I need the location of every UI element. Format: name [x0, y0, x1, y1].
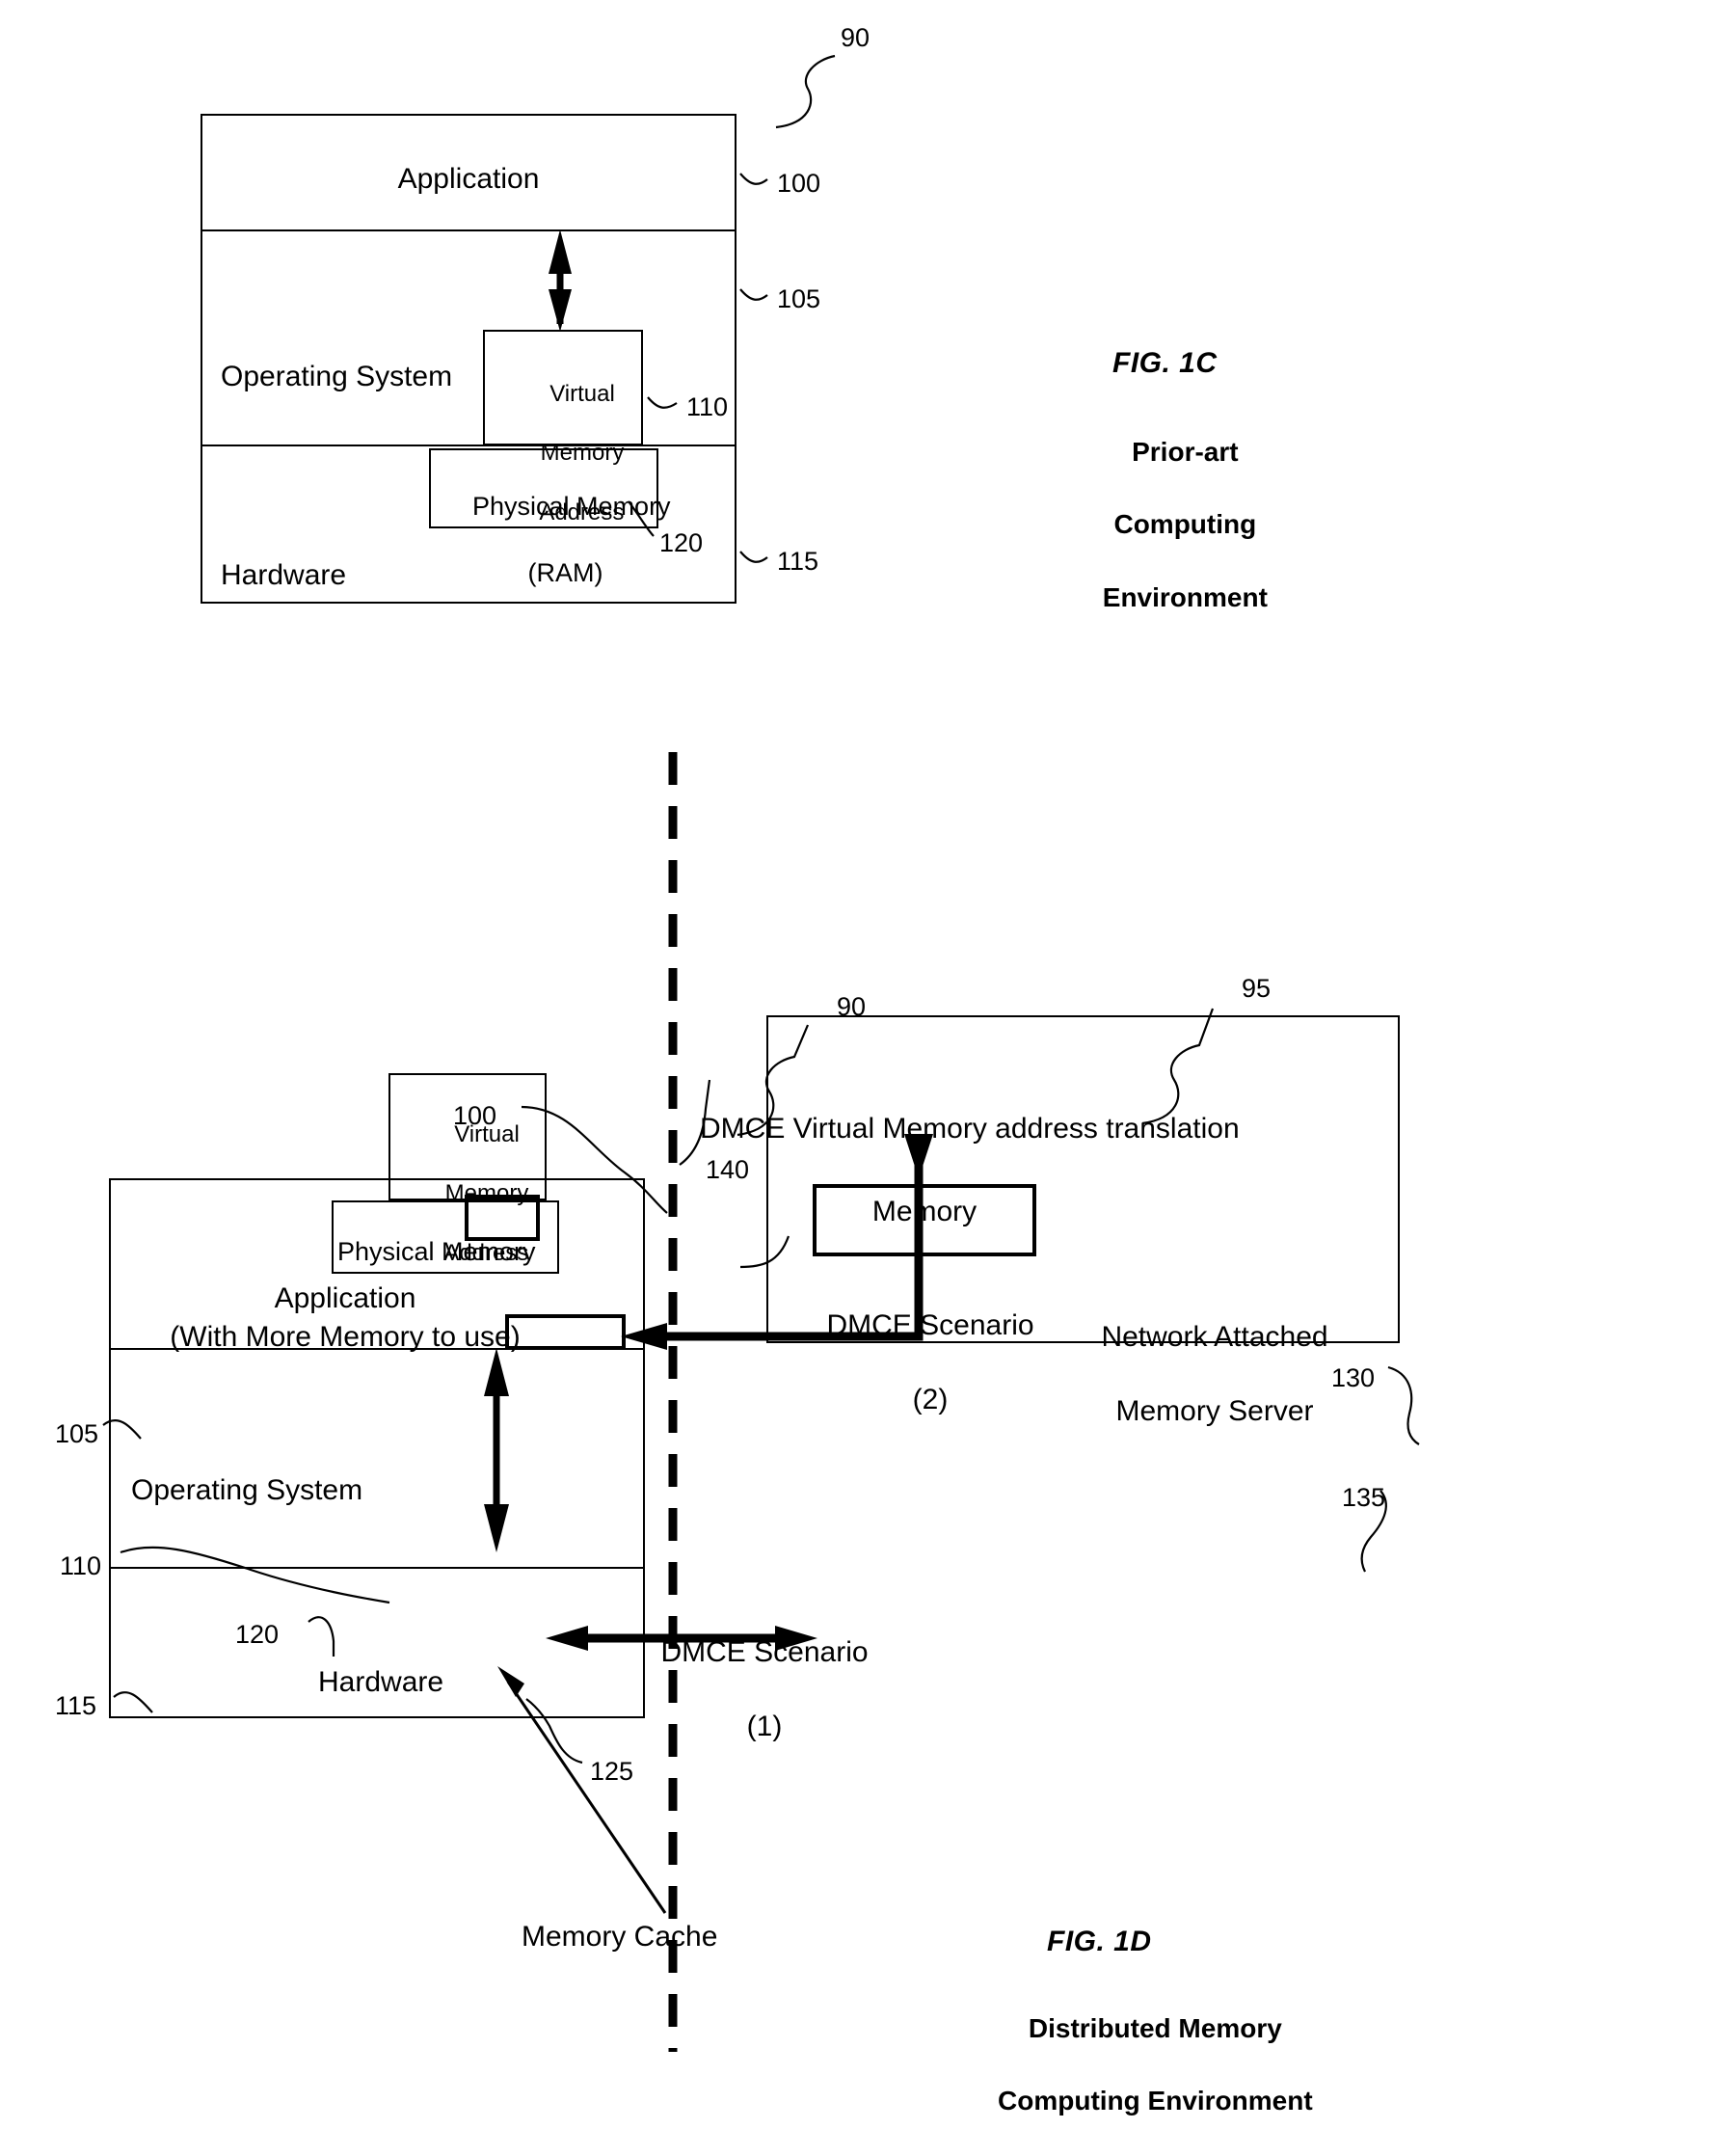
fig1c-ref-100: 100: [777, 169, 821, 198]
fig1d-memory-cache-annotation: Memory Cache: [522, 1921, 718, 1953]
fig1d-ref-105: 105: [55, 1419, 99, 1448]
fig1c-caption-line-1: Prior-art: [1132, 436, 1239, 467]
fig1c-ref-120: 120: [659, 528, 704, 557]
fig1d-ref-130: 130: [1331, 1363, 1376, 1392]
fig1c-leader-100: [739, 173, 768, 185]
pm-line-2: (RAM): [527, 557, 603, 587]
fig1d-dmce-translation-box: [505, 1314, 626, 1350]
fig1d-ref-90: 90: [837, 992, 867, 1021]
fig1c-divider-application-os: [202, 229, 735, 231]
fig1c-divider-os-hardware: [202, 445, 735, 446]
fig1d-dmce-scenario-2-annotation: DMCE Scenario (2): [762, 1271, 1051, 1456]
fig1c-leader-105: [739, 288, 768, 301]
fig1c-operating-system-label: Operating System: [221, 361, 453, 392]
fig1c-ref-115: 115: [777, 547, 819, 576]
fig1d-ref-95: 95: [1242, 974, 1272, 1003]
fig1c-caption-title: FIG. 1C: [1112, 347, 1218, 379]
fig1d-operating-system-label: Operating System: [131, 1474, 363, 1506]
fig1d-caption-subtitle: Distributed Memory Computing Environment: [906, 1974, 1359, 2156]
dmce1-line-2: (1): [746, 1711, 783, 1743]
fig1d-ref-140: 140: [706, 1155, 750, 1184]
fig1c-application-label: Application: [397, 163, 540, 195]
fig1d-ref-125: 125: [590, 1757, 634, 1786]
fig1d-caption-line-2: Computing Environment: [998, 2086, 1313, 2116]
patent-drawing-sheet: Application Operating System Hardware Vi…: [0, 0, 1714, 2116]
fig1d-caption-line-1: Distributed Memory: [1028, 2012, 1282, 2043]
fig1d-ref-135: 135: [1342, 1483, 1386, 1512]
fig1d-memory-label: Memory: [871, 1196, 978, 1227]
fig1c-leader-115: [739, 551, 768, 563]
fig1d-ref-100: 100: [453, 1101, 497, 1130]
fig1d-ref-110: 110: [60, 1551, 102, 1580]
fig1d-caption-title: FIG. 1D: [1047, 1926, 1152, 1957]
fig1c-caption-line-3: Environment: [1102, 581, 1268, 612]
fig1d-divider-os-hardware: [111, 1567, 643, 1569]
dmce2-line-2: (2): [912, 1384, 949, 1416]
dmce1-line-1: DMCE Scenario: [660, 1636, 869, 1669]
fig1d-ref-120: 120: [235, 1620, 280, 1649]
fig1c-ref-105: 105: [777, 284, 821, 313]
fig1d-dmce-translation-annotation: DMCE Virtual Memory address translation: [700, 1113, 1240, 1145]
fig1c-physical-memory-label: Physical Memory (RAM): [429, 456, 671, 623]
fig1c-leader-90: [775, 54, 836, 129]
fig1c-caption-line-2: Computing: [1113, 509, 1257, 540]
fig1c-ref-110: 110: [686, 392, 729, 421]
vma-line-1: Virtual: [549, 380, 615, 407]
nams-line-1: Network Attached: [1101, 1321, 1328, 1354]
pm-line-1: Physical Memory: [472, 491, 671, 521]
fig1d-ref-115: 115: [55, 1691, 97, 1720]
fig1c-hardware-label: Hardware: [221, 559, 347, 591]
fig1d-dmce-scenario-1-annotation: DMCE Scenario (1): [596, 1598, 885, 1783]
dmce2-line-1: DMCE Scenario: [826, 1309, 1034, 1342]
fig1c-caption-subtitle: Prior-art Computing Environment: [1008, 397, 1317, 653]
fig1c-ref-90: 90: [841, 23, 870, 52]
fig1d-memory-cache-box: [465, 1195, 540, 1241]
nams-line-2: Memory Server: [1115, 1395, 1314, 1428]
fig1d-hardware-label: Hardware: [318, 1666, 444, 1698]
